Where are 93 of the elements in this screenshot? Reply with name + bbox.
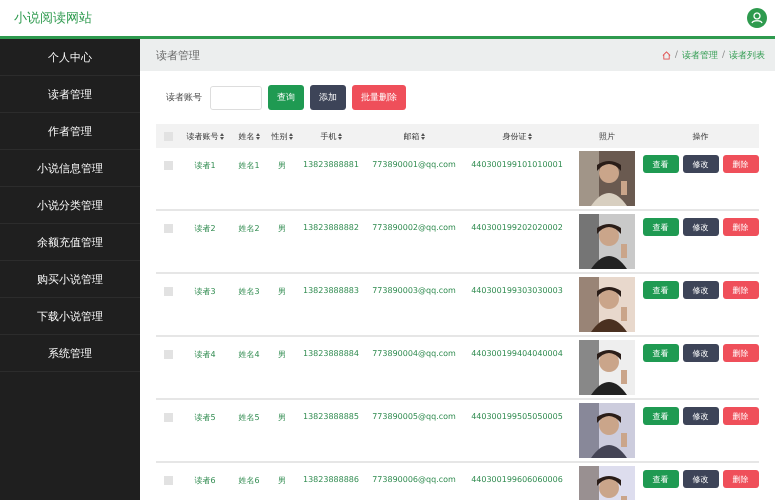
row-action-button[interactable]: 删除	[722, 470, 758, 488]
column-header: 照片	[599, 130, 615, 142]
row-checkbox[interactable]	[164, 161, 172, 170]
row-action-button[interactable]: 查看	[642, 470, 678, 488]
table-cell-text: 13823888886	[302, 474, 360, 484]
table-cell-text: 读者2	[193, 223, 217, 234]
column-header: 操作	[692, 130, 708, 142]
column-header[interactable]: 手机	[320, 130, 336, 142]
sidebar-item[interactable]: 下载小说管理	[0, 298, 140, 335]
row-action-button[interactable]: 查看	[642, 218, 678, 236]
row-checkbox[interactable]	[164, 287, 172, 296]
table-cell-text: 姓名5	[237, 412, 261, 423]
row-action-button[interactable]: 修改	[682, 407, 718, 425]
table-cell-text: 男	[277, 286, 287, 297]
row-checkbox[interactable]	[164, 476, 172, 485]
table-cell-text: 773890004@qq.com	[371, 348, 457, 358]
row-checkbox[interactable]	[164, 350, 172, 359]
table-cell-text: 读者1	[193, 160, 217, 171]
row-action-button[interactable]: 删除	[722, 155, 758, 173]
table-cell-text: 773890003@qq.com	[371, 285, 457, 295]
table-cell-text: 13823888885	[302, 411, 360, 421]
toolbar-button[interactable]: 批量删除	[352, 85, 406, 110]
sidebar-item[interactable]: 读者管理	[0, 76, 140, 113]
row-action-button[interactable]: 查看	[642, 155, 678, 173]
table-cell-text: 男	[277, 223, 287, 234]
row-action-button[interactable]: 查看	[642, 344, 678, 362]
breadcrumb-separator: /	[674, 50, 678, 60]
sort-icon[interactable]	[256, 132, 260, 140]
table-cell-text: 440300199101010001	[470, 159, 564, 169]
sidebar-item[interactable]: 余额充值管理	[0, 224, 140, 261]
table-cell-text: 男	[277, 475, 287, 486]
table-cell-text: 读者5	[193, 412, 217, 423]
table-cell-text: 13823888883	[302, 285, 360, 295]
row-action-button[interactable]: 修改	[682, 344, 718, 362]
sidebar-item[interactable]: 小说分类管理	[0, 187, 140, 224]
sort-icon[interactable]	[420, 132, 424, 140]
column-header[interactable]: 读者账号	[186, 130, 218, 142]
column-header[interactable]: 身份证	[502, 130, 526, 142]
row-action-button[interactable]: 修改	[682, 470, 718, 488]
sort-icon[interactable]	[220, 132, 224, 140]
table-cell-text: 读者4	[193, 349, 217, 360]
toolbar-button[interactable]: 添加	[310, 85, 346, 110]
page-title: 读者管理	[156, 48, 200, 62]
site-title: 小说阅读网站	[14, 10, 92, 27]
toolbar-button[interactable]: 查询	[268, 85, 304, 110]
home-icon[interactable]	[662, 50, 671, 60]
column-header[interactable]: 姓名	[238, 130, 254, 142]
table-cell-text: 13823888884	[302, 348, 360, 358]
sidebar-item[interactable]: 系统管理	[0, 335, 140, 372]
row-action-button[interactable]: 删除	[722, 218, 758, 236]
sidebar-item[interactable]: 作者管理	[0, 113, 140, 150]
row-checkbox[interactable]	[164, 224, 172, 233]
column-header[interactable]: 性别	[272, 130, 288, 142]
table-cell-text: 读者3	[193, 286, 217, 297]
user-avatar-icon[interactable]	[747, 8, 767, 28]
row-checkbox[interactable]	[164, 413, 172, 422]
account-input-field[interactable]	[210, 86, 262, 110]
table-cell-text: 姓名3	[237, 286, 261, 297]
table-cell-text: 男	[277, 412, 287, 423]
column-header[interactable]: 邮箱	[404, 130, 420, 142]
table-cell-text: 姓名2	[237, 223, 261, 234]
sort-icon[interactable]	[528, 132, 532, 140]
table-cell-text: 男	[277, 349, 287, 360]
row-action-button[interactable]: 查看	[642, 281, 678, 299]
row-action-button[interactable]: 修改	[682, 155, 718, 173]
row-action-button[interactable]: 删除	[722, 281, 758, 299]
table-cell-text: 13823888882	[302, 222, 360, 232]
table-cell-text: 773890005@qq.com	[371, 411, 457, 421]
table-cell-text: 440300199606060006	[470, 474, 564, 484]
table-cell-text: 440300199404040004	[470, 348, 564, 358]
table-cell-text: 773890006@qq.com	[371, 474, 457, 484]
table-cell-text: 440300199505050005	[470, 411, 564, 421]
table-cell-text: 姓名6	[237, 475, 261, 486]
sort-icon[interactable]	[288, 132, 292, 140]
row-action-button[interactable]: 查看	[642, 407, 678, 425]
row-action-button[interactable]: 修改	[682, 281, 718, 299]
table-cell-text: 773890002@qq.com	[371, 222, 457, 232]
row-action-button[interactable]: 删除	[722, 344, 758, 362]
table-cell-text: 440300199303030003	[470, 285, 564, 295]
sort-icon[interactable]	[338, 132, 342, 140]
sidebar-item[interactable]: 购买小说管理	[0, 261, 140, 298]
table-cell-text: 读者6	[193, 475, 217, 486]
row-action-button[interactable]: 修改	[682, 218, 718, 236]
row-action-button[interactable]: 删除	[722, 407, 758, 425]
search-label: 读者账号	[166, 92, 202, 104]
table-cell-text: 773890001@qq.com	[371, 159, 457, 169]
table-cell-text: 男	[277, 160, 287, 171]
table-cell-text: 13823888881	[302, 159, 360, 169]
table-cell-text: 440300199202020002	[470, 222, 564, 232]
table-cell-text: 姓名1	[237, 160, 261, 171]
sidebar-item[interactable]: 小说信息管理	[0, 150, 140, 187]
breadcrumb-separator: /	[722, 50, 725, 60]
table-cell-text: 姓名4	[237, 349, 261, 360]
